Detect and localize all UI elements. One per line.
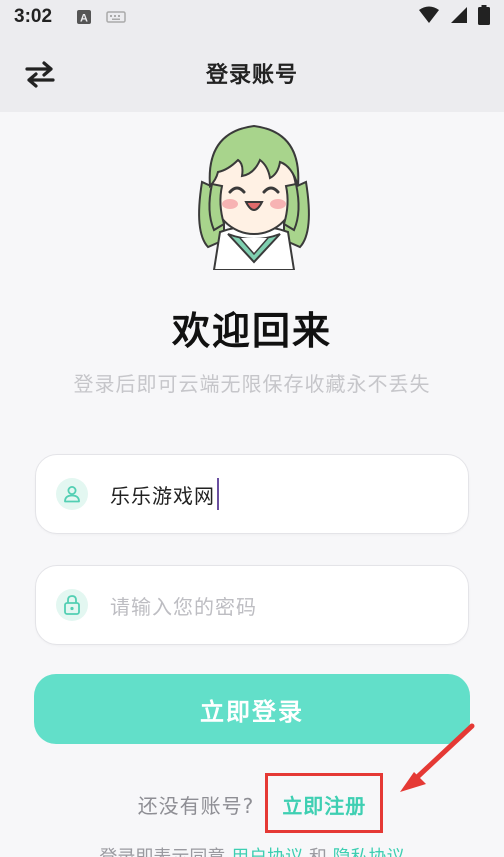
lock-icon [56,589,88,621]
status-time: 3:02 [14,6,53,27]
wifi-icon [418,6,440,29]
status-bar: 3:02 A [0,0,504,34]
no-account-text: 还没有账号? [137,794,255,818]
page-title: 登录账号 [205,63,298,88]
mascot-avatar [184,112,324,271]
app-bar: 登录账号 [0,34,504,112]
user-icon [56,478,88,510]
a-notification-icon: A [76,9,92,25]
svg-text:A: A [80,13,88,25]
agreement-and: 和 [309,847,327,857]
username-field[interactable]: 乐乐游戏网 [35,454,469,534]
user-agreement-link[interactable]: 用户协议 [231,847,303,857]
password-placeholder: 请输入您的密码 [110,594,257,619]
annotation-arrow [400,723,475,792]
welcome-title: 欢迎回来 [171,309,332,353]
privacy-link[interactable]: 隐私协议 [333,847,405,857]
register-link[interactable]: 立即注册 [282,790,366,819]
password-field[interactable]: 请输入您的密码 [35,565,469,645]
battery-icon [478,4,490,30]
welcome-subtitle: 登录后即可云端无限保存收藏永不丢失 [73,372,431,396]
swap-arrows-icon[interactable] [22,56,58,92]
text-cursor [217,478,219,510]
keyboard-icon [106,10,126,24]
signal-icon [450,6,468,29]
username-value: 乐乐游戏网 [110,483,215,508]
agreement-prefix: 登录即表示同意 [99,847,225,857]
agreement-text: 登录即表示同意 用户协议 和 隐私协议 [0,843,504,857]
